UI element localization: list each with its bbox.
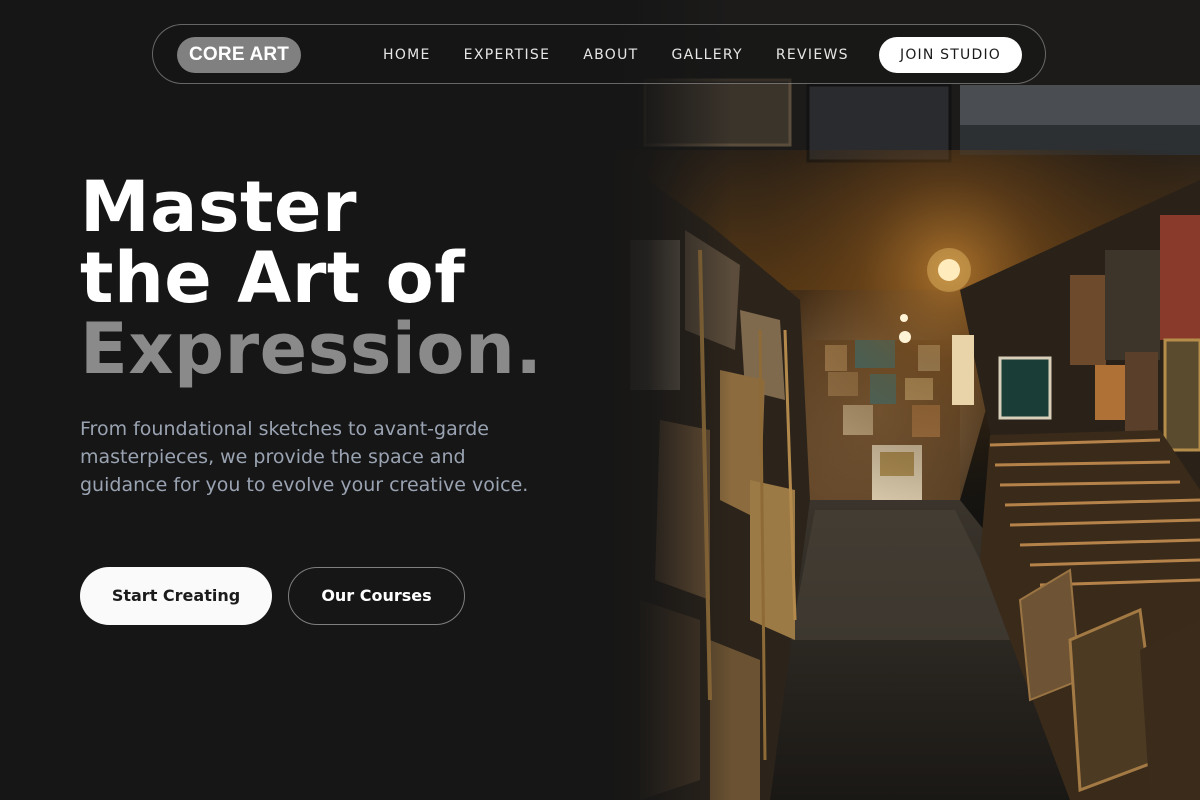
nav-link-about[interactable]: ABOUT [583,47,638,63]
headline-line-1: Master [80,166,358,248]
brand-logo[interactable]: CORE ART [177,37,302,73]
nav-link-reviews[interactable]: REVIEWS [776,47,849,63]
nav-link-gallery[interactable]: GALLERY [671,47,742,63]
hero-headline: Master the Art of Expression. [80,172,542,385]
nav-link-home[interactable]: HOME [383,47,431,63]
main-nav: CORE ART HOME EXPERTISE ABOUT GALLERY RE… [152,24,1046,84]
headline-line-2: the Art of [80,237,466,319]
start-creating-button[interactable]: Start Creating [80,567,272,625]
our-courses-button[interactable]: Our Courses [288,567,465,625]
landing-page: CORE ART HOME EXPERTISE ABOUT GALLERY RE… [0,0,1200,800]
join-studio-button[interactable]: JOIN STUDIO [879,37,1022,73]
headline-accent: Expression. [80,308,543,390]
nav-links: HOME EXPERTISE ABOUT GALLERY REVIEWS [383,25,882,85]
nav-link-expertise[interactable]: EXPERTISE [464,47,551,63]
hero-subtext: From foundational sketches to avant-gard… [80,418,529,496]
hero-image [600,0,1200,800]
